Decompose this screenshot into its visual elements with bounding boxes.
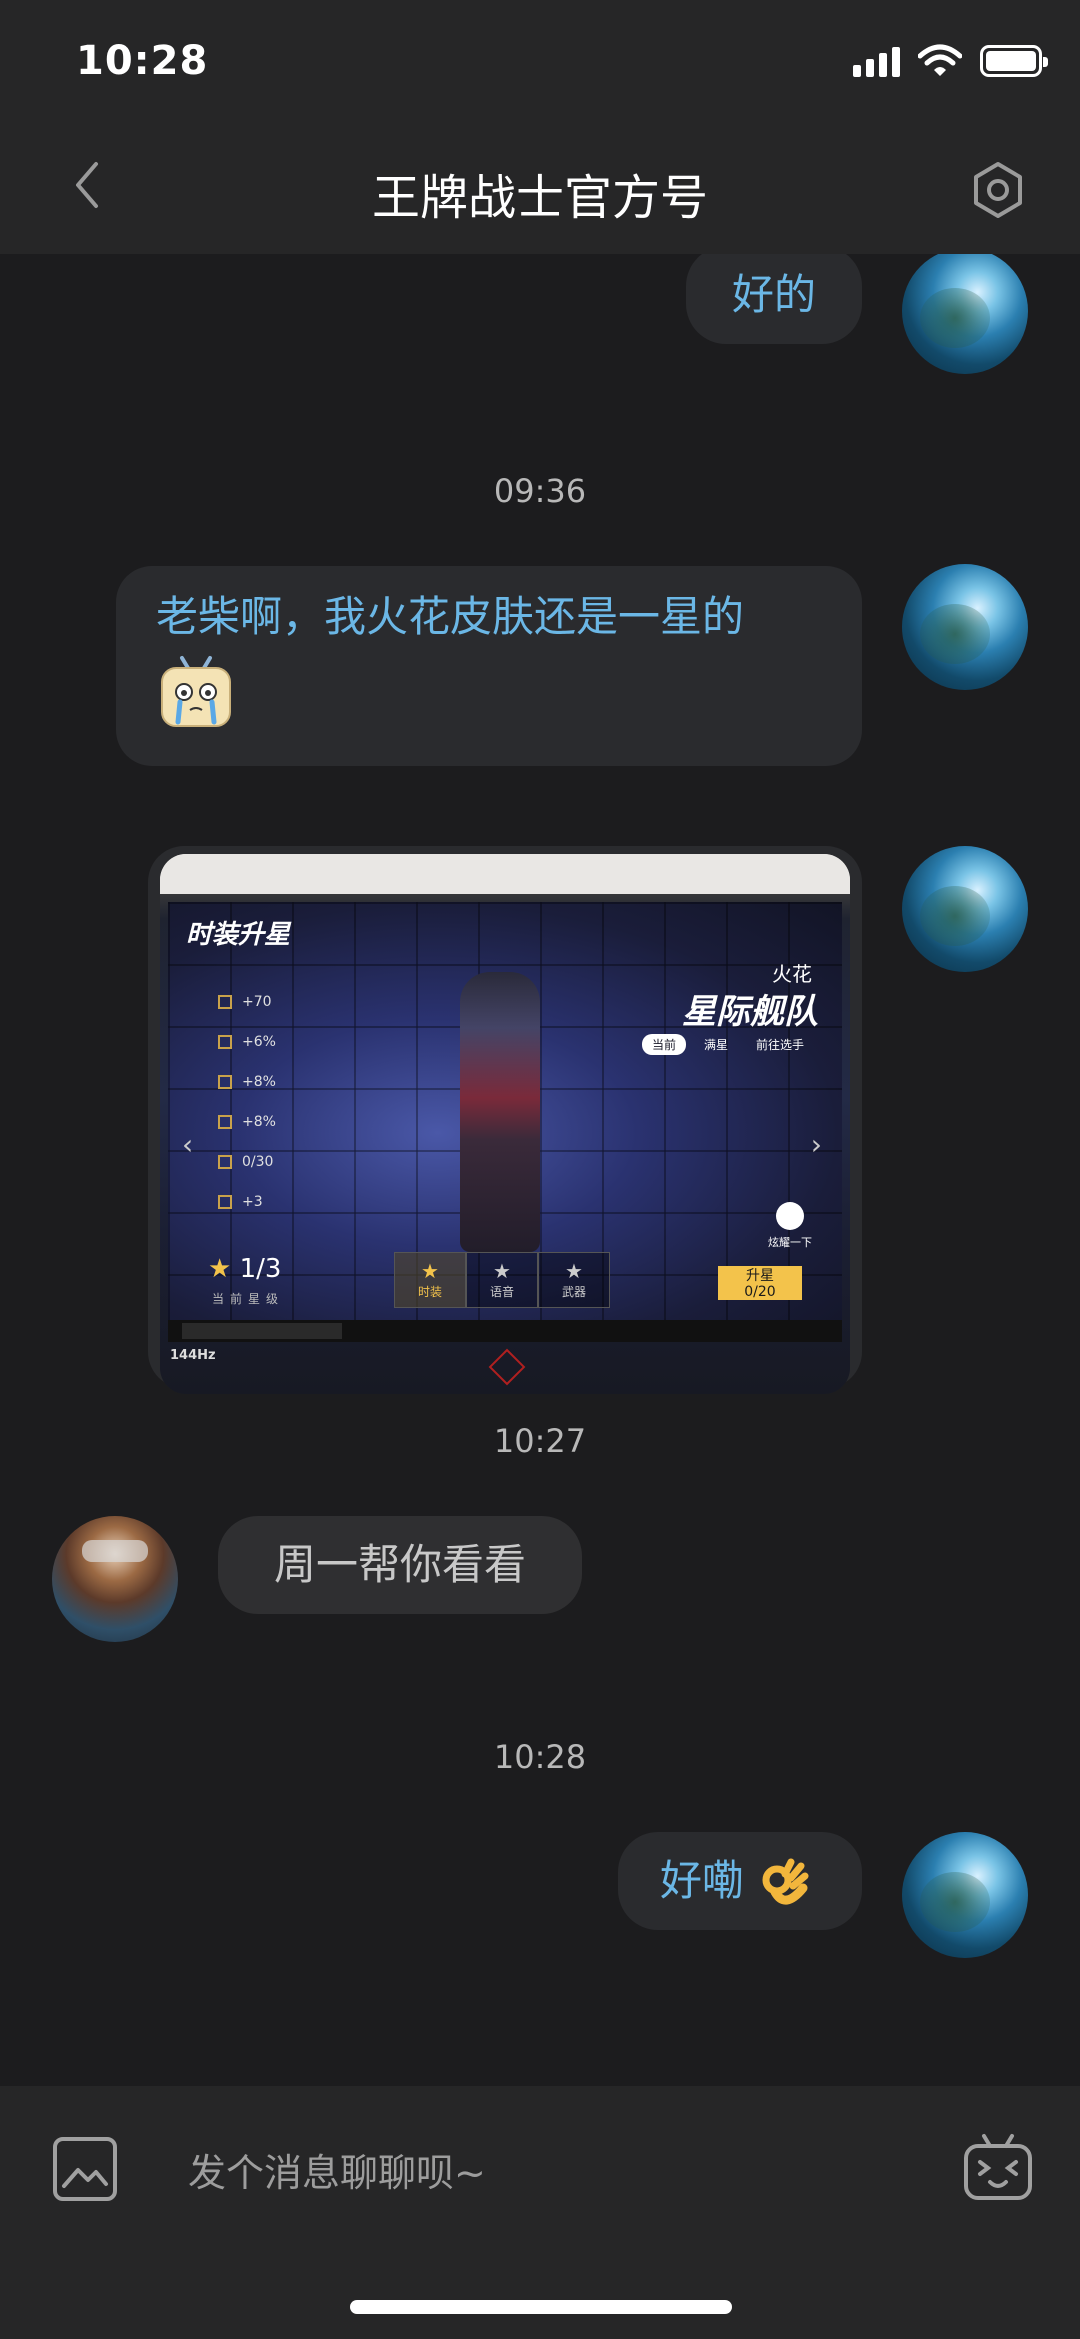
message-text: 好的 (731, 270, 816, 319)
home-indicator[interactable] (350, 2300, 732, 2314)
image-icon (53, 2137, 117, 2201)
chevron-right-icon: › (810, 1128, 822, 1161)
chevron-left-icon: ‹ (182, 1128, 194, 1161)
game-title: 时装升星 (186, 920, 291, 950)
message-input[interactable]: 发个消息聊聊呗~ (188, 2142, 486, 2197)
page-title: 王牌战士官方号 (371, 170, 708, 226)
wifi-icon (918, 44, 962, 76)
game-tabs: ★ 时装 ★ 语音 ★ 武器 (394, 1252, 610, 1308)
pill-current: 当前 (641, 1034, 686, 1055)
gear-icon (974, 162, 1022, 218)
message-bubble-sent[interactable]: 老柴啊，我火花皮肤还是一星的 (116, 566, 862, 766)
message-bubble-sent[interactable]: 好的 (686, 254, 862, 344)
status-time: 10:28 (76, 38, 209, 84)
message-bubble-sent[interactable]: 好嘞 (618, 1832, 862, 1930)
image-picker-button[interactable] (52, 2136, 118, 2202)
avatar-self[interactable] (902, 846, 1028, 972)
laptop-logo-icon (488, 1348, 526, 1386)
crying-tv-emoji-icon (161, 656, 231, 727)
star-rating: ★ 1/3 (208, 1254, 282, 1284)
character-name: 火花 (772, 962, 812, 986)
settings-button[interactable] (968, 160, 1028, 220)
star-caption: 当前星级 (212, 1292, 285, 1306)
timestamp: 10:28 (493, 1738, 587, 1776)
game-screen: 时装升星 火花 星际舰队 当前 满星 前往选手 +70 +6% +8% +8% … (168, 902, 842, 1322)
upgrade-button: 升星 0/20 (718, 1266, 802, 1300)
message-bubble-received[interactable]: 周一帮你看看 (218, 1516, 582, 1614)
emoji-tv-icon (964, 2134, 1032, 2200)
pill-full: 满星 (703, 1038, 728, 1052)
share-button: 炫耀一下 (768, 1202, 812, 1250)
message-text: 周一帮你看看 (273, 1540, 526, 1589)
status-icons (853, 44, 1048, 78)
screenshot-image[interactable]: 时装升星 火花 星际舰队 当前 满星 前往选手 +70 +6% +8% +8% … (160, 854, 850, 1394)
timestamp: 10:27 (493, 1422, 587, 1460)
chat-screen: 10:28 王牌战士官方号 好的 09:36 老柴啊，我火花皮肤还是一星的 时装… (0, 0, 1080, 2339)
image-message[interactable]: 时装升星 火花 星际舰队 当前 满星 前往选手 +70 +6% +8% +8% … (148, 846, 862, 1394)
input-bar: 发个消息聊聊呗~ (0, 2086, 1080, 2339)
refresh-rate-label: 144Hz (170, 1348, 216, 1363)
character-figure (460, 972, 540, 1252)
skin-name: 星际舰队 (682, 992, 818, 1032)
tab-skin: ★ 时装 (394, 1252, 466, 1308)
cellular-signal-icon (853, 45, 900, 77)
tab-weapon: ★ 武器 (538, 1252, 610, 1308)
timestamp: 09:36 (493, 472, 587, 510)
tab-voice: ★ 语音 (466, 1252, 538, 1308)
avatar-official[interactable] (52, 1516, 178, 1642)
message-list[interactable]: 好的 09:36 老柴啊，我火花皮肤还是一星的 时装升星 火花 星际舰队 当前 … (0, 254, 1080, 2086)
battery-icon (980, 45, 1048, 77)
stat-list: +70 +6% +8% +8% 0/30 +3 (218, 982, 276, 1222)
avatar-self[interactable] (902, 254, 1028, 374)
emoji-button[interactable] (962, 2132, 1034, 2204)
message-text: 好嘞 (660, 1856, 745, 1905)
windows-taskbar (168, 1320, 842, 1342)
avatar-self[interactable] (902, 564, 1028, 690)
avatar-self[interactable] (902, 1832, 1028, 1958)
ok-hand-emoji-icon (762, 1858, 809, 1904)
top-bar: 10:28 王牌战士官方号 (0, 0, 1080, 254)
message-text: 老柴啊，我火花皮肤还是一星的 (156, 592, 745, 641)
pill-goto: 前往选手 (755, 1038, 804, 1052)
